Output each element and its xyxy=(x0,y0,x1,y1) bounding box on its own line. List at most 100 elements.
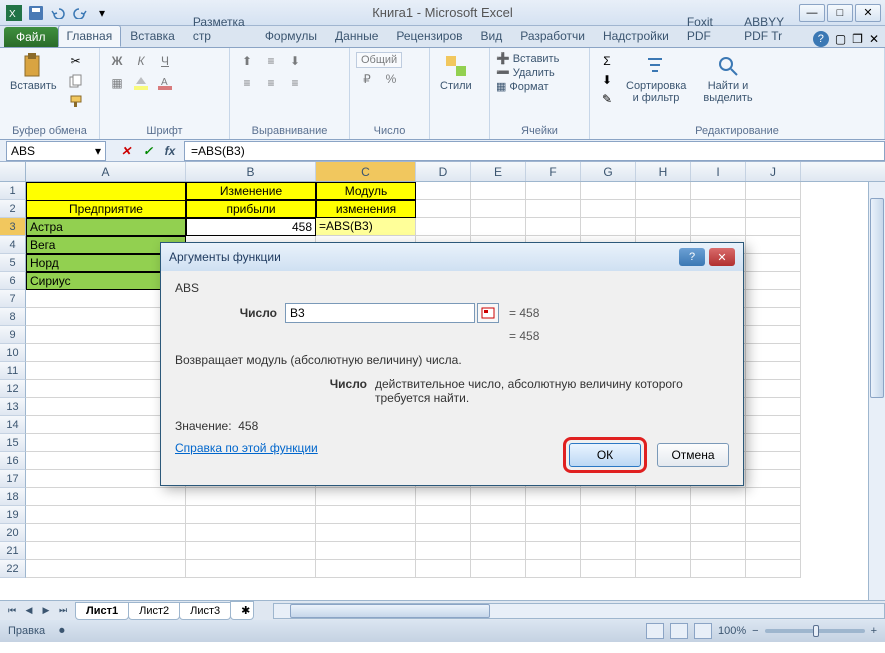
find-select-button[interactable]: Найти и выделить xyxy=(694,52,762,106)
cell[interactable] xyxy=(581,542,636,560)
zoom-out-icon[interactable]: − xyxy=(752,625,758,637)
cell[interactable] xyxy=(636,560,691,578)
cell[interactable] xyxy=(471,218,526,236)
dialog-titlebar[interactable]: Аргументы функции ? ✕ xyxy=(161,243,743,271)
cell[interactable] xyxy=(636,182,691,200)
select-all-corner[interactable] xyxy=(0,162,26,181)
col-header[interactable]: D xyxy=(416,162,471,181)
cell[interactable] xyxy=(526,488,581,506)
cell[interactable] xyxy=(746,380,801,398)
cell[interactable] xyxy=(746,560,801,578)
cell[interactable] xyxy=(746,542,801,560)
cell[interactable]: прибыли xyxy=(186,200,316,218)
hscroll-thumb[interactable] xyxy=(290,604,490,618)
zoom-thumb[interactable] xyxy=(813,625,819,637)
cell[interactable] xyxy=(526,182,581,200)
cell[interactable]: Предприятие xyxy=(26,200,186,218)
tab-insert[interactable]: Вставка xyxy=(121,25,184,47)
fx-icon[interactable]: fx xyxy=(160,142,180,160)
cell[interactable] xyxy=(416,488,471,506)
file-tab[interactable]: Файл xyxy=(4,27,58,47)
row-header[interactable]: 20 xyxy=(0,524,26,542)
styles-button[interactable]: Стили xyxy=(436,52,476,94)
cell[interactable] xyxy=(746,506,801,524)
zoom-slider[interactable] xyxy=(765,629,865,633)
align-center-icon[interactable]: ≡ xyxy=(260,74,282,92)
dialog-close-button[interactable]: ✕ xyxy=(709,248,735,266)
row-header[interactable]: 21 xyxy=(0,542,26,560)
row-header[interactable]: 19 xyxy=(0,506,26,524)
cell[interactable] xyxy=(26,182,186,200)
cell[interactable] xyxy=(26,524,186,542)
col-header[interactable]: E xyxy=(471,162,526,181)
cell[interactable] xyxy=(746,452,801,470)
paste-button[interactable]: Вставить xyxy=(6,52,61,94)
cell[interactable] xyxy=(581,218,636,236)
cell[interactable] xyxy=(746,200,801,218)
save-icon[interactable] xyxy=(26,3,46,23)
cell[interactable] xyxy=(636,506,691,524)
tab-review[interactable]: Рецензиров xyxy=(387,25,471,47)
row-header[interactable]: 2 xyxy=(0,200,26,218)
cell[interactable] xyxy=(471,200,526,218)
tab-developer[interactable]: Разработчи xyxy=(511,25,594,47)
cell[interactable] xyxy=(746,524,801,542)
cell[interactable] xyxy=(746,362,801,380)
cell[interactable] xyxy=(471,542,526,560)
align-right-icon[interactable]: ≡ xyxy=(284,74,306,92)
cut-icon[interactable]: ✂ xyxy=(65,52,87,70)
row-header[interactable]: 9 xyxy=(0,326,26,344)
autosum-icon[interactable]: Σ xyxy=(596,52,618,70)
row-header[interactable]: 13 xyxy=(0,398,26,416)
tab-addins[interactable]: Надстройки xyxy=(594,25,678,47)
align-top-icon[interactable]: ⬆ xyxy=(236,52,258,70)
cell[interactable] xyxy=(581,200,636,218)
format-painter-icon[interactable] xyxy=(65,92,87,110)
cell[interactable] xyxy=(636,200,691,218)
cell[interactable] xyxy=(636,218,691,236)
cell[interactable]: Астра xyxy=(26,218,186,236)
cell[interactable] xyxy=(26,542,186,560)
col-header[interactable]: J xyxy=(746,162,801,181)
percent-icon[interactable]: % xyxy=(380,70,402,88)
page-break-view-icon[interactable] xyxy=(694,623,712,639)
copy-icon[interactable] xyxy=(65,72,87,90)
row-header[interactable]: 16 xyxy=(0,452,26,470)
cell[interactable] xyxy=(316,524,416,542)
cell[interactable] xyxy=(526,200,581,218)
align-middle-icon[interactable]: ≡ xyxy=(260,52,282,70)
row-header[interactable]: 18 xyxy=(0,488,26,506)
cell[interactable] xyxy=(581,506,636,524)
cell[interactable] xyxy=(471,560,526,578)
cell[interactable] xyxy=(691,524,746,542)
cell[interactable] xyxy=(746,326,801,344)
vscroll-thumb[interactable] xyxy=(870,198,884,398)
cell[interactable]: Изменение xyxy=(186,182,316,200)
cell[interactable] xyxy=(416,182,471,200)
close-button[interactable]: ✕ xyxy=(855,4,881,22)
row-header[interactable]: 6 xyxy=(0,272,26,290)
cell[interactable] xyxy=(26,488,186,506)
font-color-icon[interactable]: A xyxy=(154,74,176,92)
name-box[interactable]: ABS ▾ xyxy=(6,141,106,161)
cell[interactable] xyxy=(26,506,186,524)
row-header[interactable]: 5 xyxy=(0,254,26,272)
cell[interactable] xyxy=(746,290,801,308)
cell[interactable] xyxy=(691,506,746,524)
cell[interactable] xyxy=(746,308,801,326)
row-header[interactable]: 10 xyxy=(0,344,26,362)
doc-restore-icon[interactable]: ❐ xyxy=(852,32,863,46)
zoom-in-icon[interactable]: + xyxy=(871,625,877,637)
cell[interactable] xyxy=(636,488,691,506)
cells-delete-button[interactable]: ➖Удалить xyxy=(496,66,555,79)
arg-input[interactable] xyxy=(285,303,475,323)
row-header[interactable]: 11 xyxy=(0,362,26,380)
underline-icon[interactable]: Ч xyxy=(154,52,176,70)
row-header[interactable]: 3 xyxy=(0,218,26,236)
cell[interactable] xyxy=(636,542,691,560)
sheet-tab[interactable]: Лист3 xyxy=(179,602,231,620)
dialog-help-button[interactable]: ? xyxy=(679,248,705,266)
tab-foxit[interactable]: Foxit PDF xyxy=(678,11,735,47)
horizontal-scrollbar[interactable] xyxy=(273,603,885,619)
align-bottom-icon[interactable]: ⬇ xyxy=(284,52,306,70)
